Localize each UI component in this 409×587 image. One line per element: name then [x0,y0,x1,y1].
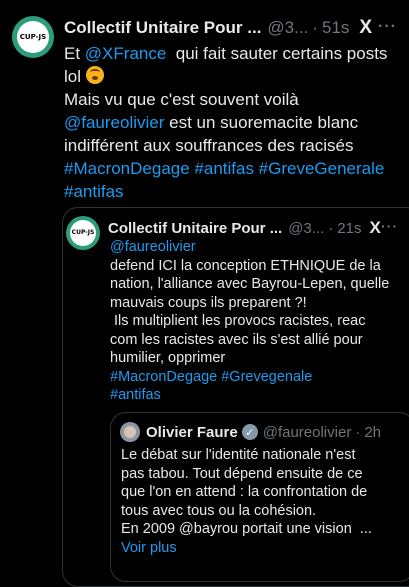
tweet-line-1: Et @XFrance qui fait sauter certains pos… [64,44,388,63]
nested-tweet-text: Le débat sur l'identité nationale n'est … [121,446,409,557]
tweet-line-3: Mais vu que c'est souvent voilà [64,90,299,109]
quoted-x-logo-icon: X [369,218,380,237]
hashtags-line[interactable]: #MacronDegage #antifas #GreveGenerale [64,157,407,180]
nested-author-handle[interactable]: @faureolivier [263,424,352,441]
quoted-avatar-logo-text: CUP-JS [71,229,95,237]
nested-header: Olivier Faure ✓ @faureolivier · 2h [146,421,381,443]
quoted-line-3: nation, l'alliance avec Bayrou-Lepen, qu… [110,276,390,292]
author-name[interactable]: Collectif Unitaire Pour ... [64,18,261,38]
quoted-mention-faureolivier[interactable]: @faureolivier [110,238,405,257]
author-handle[interactable]: @3... [267,18,308,38]
author-avatar[interactable]: CUP-JS [12,16,54,58]
quoted-author-handle[interactable]: @3... [288,220,324,237]
quoted-more-options-icon[interactable]: ··· [381,218,398,234]
quoted-line-4: mauvais coups ils preparent ?! [110,294,307,311]
quoted-author-name[interactable]: Collectif Unitaire Pour ... [108,220,282,237]
tweet-header: Collectif Unitaire Pour ... @3... · 51s … [64,16,372,40]
quoted-line-2: defend ICI la conception ETHNIQUE de la [110,257,381,274]
tweet-text: Et @XFrance qui fait sauter certains pos… [64,42,407,203]
quoted-line-6: com les racistes avec ils s'est allié po… [110,331,363,348]
tweet-line-5: indifférent aux souffrances des racisés [64,136,354,155]
avatar-logo-text: CUP-JS [19,33,47,41]
nested-line-5: En 2009 @bayrou portait une vision ... [121,521,372,537]
nested-line-1: Le débat sur l'identité nationale n'est [121,447,356,463]
nested-timestamp[interactable]: 2h [364,424,381,441]
timestamp[interactable]: 51s [322,18,349,38]
nested-author-name[interactable]: Olivier Faure [146,424,238,441]
quoted-header: Collectif Unitaire Pour ... @3... · 21s … [108,217,381,239]
mention-faureolivier[interactable]: @faureolivier [64,113,164,132]
quoted-separator-dot: · [328,219,334,237]
nested-separator-dot: · [355,423,361,441]
quoted-tweet-text: @faureolivier defend ICI la conception E… [110,238,405,405]
show-more-link[interactable]: Voir plus [121,539,409,558]
tweet-line-4: @faureolivier est un suoremacite blanc [64,113,359,132]
mention-xfrance[interactable]: @XFrance [85,44,167,63]
quoted-line-5: Ils multiplient les provocs racistes, re… [110,313,366,329]
upside-down-face-emoji-icon [85,66,104,84]
hashtag-antifas[interactable]: #antifas [64,180,407,203]
tweet-line-2: lol [64,65,407,88]
nested-line-4: tous avec tous ou la cohésion. [121,502,317,519]
quoted-hashtag-antifas[interactable]: #antifas [110,386,405,405]
verified-badge-icon: ✓ [241,424,258,440]
quoted-hashtags-line[interactable]: #MacronDegage #Grevegenale [110,368,405,387]
quoted-timestamp[interactable]: 21s [337,220,361,237]
nested-line-3: que l'on en attend : la confrontation de [121,484,368,500]
separator-dot: · [312,18,318,37]
quoted-author-avatar[interactable]: CUP-JS [66,216,100,250]
nested-author-avatar[interactable] [120,422,140,442]
more-options-icon[interactable]: ··· [378,18,397,36]
nested-line-2: pas tabou. Tout dépend ensuite de ce [121,465,363,482]
x-logo-icon: X [359,17,372,38]
quoted-line-7: humilier, opprimer [110,350,226,366]
